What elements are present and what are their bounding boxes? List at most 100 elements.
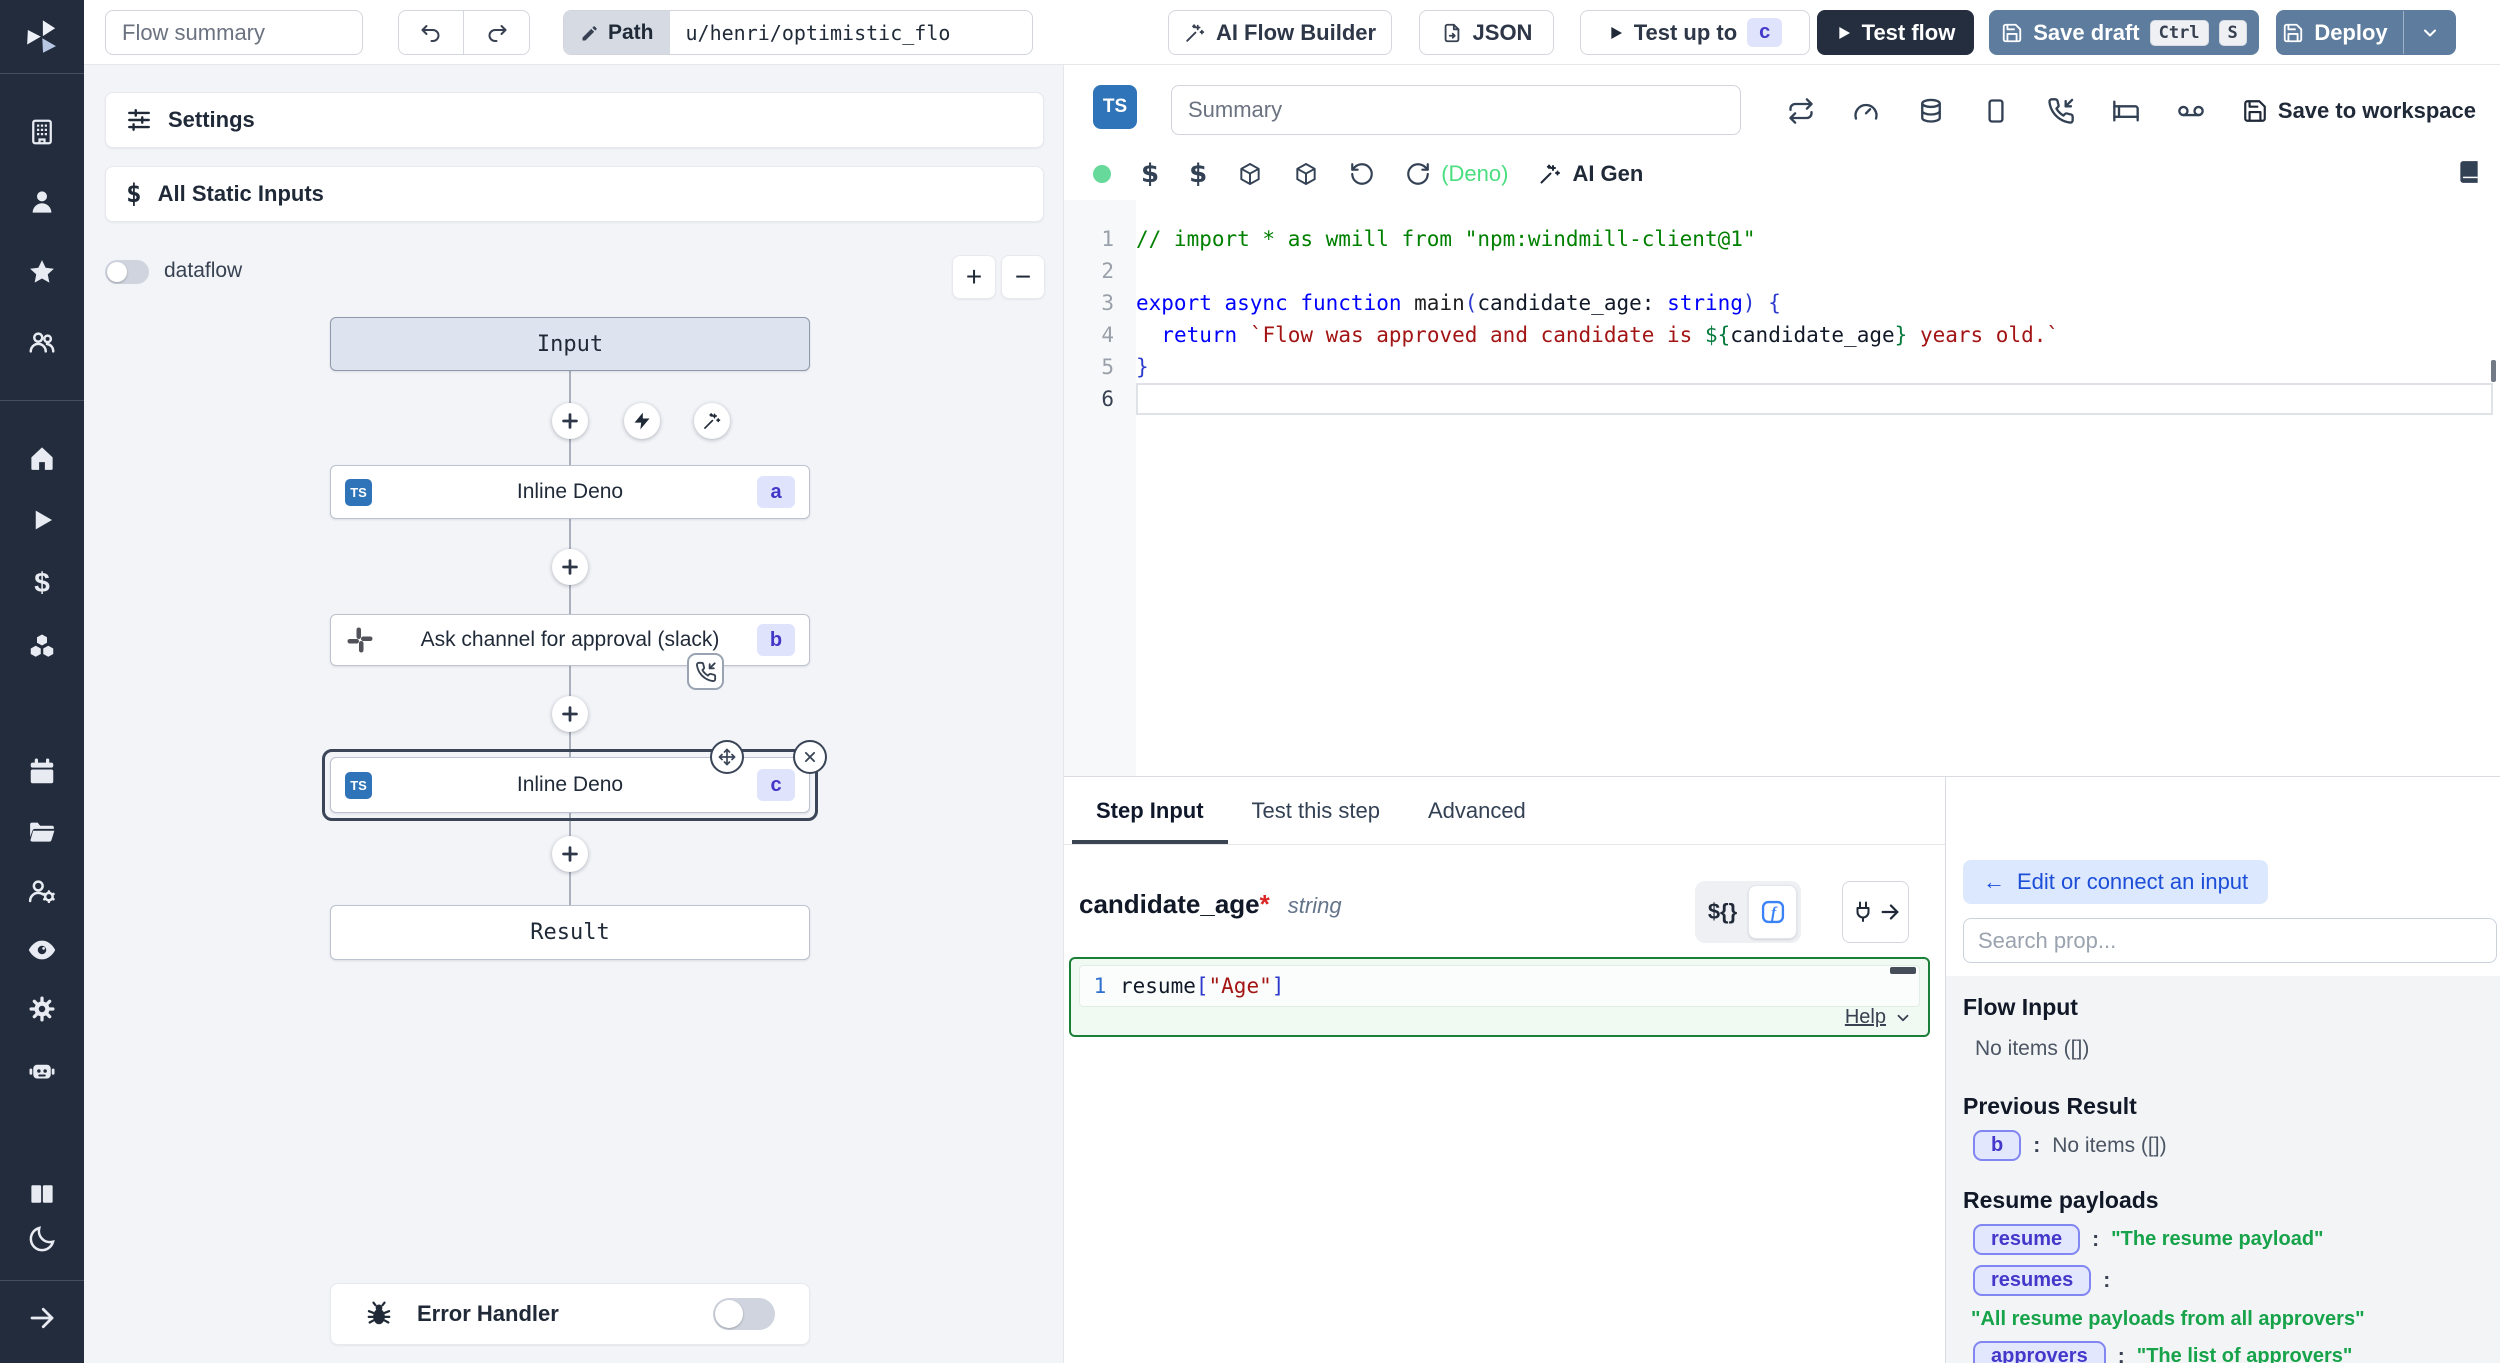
connect-input-button[interactable] — [1842, 881, 1909, 943]
add-variable-button[interactable]: $ — [1141, 159, 1159, 189]
sidebar-item-audit-logs[interactable] — [27, 935, 57, 965]
json-button[interactable]: JSON — [1419, 10, 1554, 55]
concurrency-button[interactable] — [1982, 97, 2010, 125]
test-flow-button[interactable]: Test flow — [1817, 10, 1974, 55]
code-line[interactable]: 6 — [1064, 383, 2500, 415]
tab-advanced[interactable]: Advanced — [1404, 777, 1550, 844]
flow-settings-button[interactable]: Settings — [105, 92, 1044, 148]
folder-open-icon — [27, 817, 57, 847]
input-node[interactable]: Input — [330, 317, 810, 371]
code-line[interactable]: 4 return `Flow was approved and candidat… — [1064, 319, 2500, 351]
trigger-button[interactable] — [624, 403, 660, 439]
sidebar-item-settings[interactable] — [27, 994, 57, 1024]
sidebar-item-workers[interactable] — [27, 876, 57, 906]
approval-step-badge[interactable] — [687, 653, 724, 690]
package-button[interactable] — [1293, 161, 1319, 187]
sidebar-item-ai[interactable] — [27, 1056, 57, 1086]
reset-code-button[interactable] — [1349, 161, 1375, 187]
sleep-button[interactable] — [2112, 97, 2140, 125]
early-stop-button[interactable] — [1852, 97, 1880, 125]
redo-button[interactable] — [464, 11, 529, 54]
prop-key-approvers[interactable]: approvers — [1973, 1341, 2106, 1363]
prop-key-resume[interactable]: resume — [1973, 1224, 2080, 1255]
ai-flow-builder-button[interactable]: AI Flow Builder — [1168, 10, 1392, 55]
flow-summary-input[interactable] — [105, 10, 363, 55]
result-node[interactable]: Result — [330, 905, 810, 960]
insert-step-button[interactable] — [552, 549, 588, 585]
sidebar-item-schedules[interactable] — [27, 757, 57, 787]
topbar: Path u/henri/optimistic_flo AI Flow Buil… — [84, 0, 2500, 65]
zoom-out-button[interactable]: − — [1001, 255, 1045, 299]
suspend-approval-button[interactable] — [2047, 97, 2075, 125]
step-id-badge: b — [757, 624, 795, 656]
sidebar-item-folders[interactable] — [27, 817, 57, 847]
zoom-in-button[interactable]: + — [952, 255, 996, 299]
code-line[interactable]: 3export async function main(candidate_ag… — [1064, 287, 2500, 319]
sidebar-item-favorites[interactable] — [27, 257, 57, 287]
windmill-logo[interactable] — [0, 0, 84, 74]
sidebar-expand-button[interactable] — [27, 1303, 57, 1333]
path-field[interactable]: Path u/henri/optimistic_flo — [563, 10, 1033, 55]
deploy-button[interactable]: Deploy — [2277, 11, 2393, 54]
tab-step-input[interactable]: Step Input — [1072, 777, 1228, 844]
error-handler-toggle[interactable] — [713, 1298, 775, 1330]
summary-input[interactable] — [1171, 85, 1741, 135]
cache-button[interactable] — [1917, 97, 1945, 125]
dataflow-toggle[interactable] — [105, 260, 149, 284]
template-mode-button[interactable]: ${} — [1699, 899, 1746, 925]
sidebar-item-workspace[interactable] — [27, 117, 57, 147]
prop-key-resumes[interactable]: resumes — [1973, 1265, 2091, 1296]
prop-key-b[interactable]: b — [1973, 1130, 2021, 1161]
edit-or-connect-button[interactable]: ← Edit or connect an input — [1963, 860, 2268, 904]
expression-scrollbar[interactable] — [1890, 967, 1916, 974]
file-json-icon — [1441, 22, 1463, 44]
retries-button[interactable] — [1787, 97, 1815, 125]
ai-gen-button[interactable]: AI Gen — [1538, 161, 1643, 187]
step-node-label: Inline Deno — [331, 480, 809, 504]
field-name: candidate_age — [1079, 889, 1260, 920]
save-draft-button[interactable]: Save draft Ctrl S — [1989, 10, 2259, 55]
sidebar-item-user[interactable] — [27, 187, 57, 217]
reload-runtime-button[interactable]: (Deno) — [1405, 161, 1508, 187]
ai-suggest-button[interactable] — [694, 403, 730, 439]
expression-mode-button[interactable]: f — [1748, 885, 1797, 939]
sidebar-item-home[interactable] — [27, 443, 57, 473]
search-prop-input[interactable] — [1963, 918, 2497, 963]
sidebar-item-runs[interactable] — [27, 505, 57, 535]
expression-editor[interactable]: 1 resume["Age"] Help — [1069, 957, 1930, 1037]
error-handler-node[interactable]: Error Handler — [330, 1283, 810, 1345]
code-editor[interactable]: 1// import * as wmill from "npm:windmill… — [1064, 200, 2500, 776]
expression-line[interactable]: 1 resume["Age"] — [1079, 965, 1920, 1007]
code-line[interactable]: 1// import * as wmill from "npm:windmill… — [1064, 223, 2500, 255]
tab-test-this-step[interactable]: Test this step — [1228, 777, 1404, 844]
chevron-down-icon — [1894, 1009, 1912, 1027]
rotate-cw-icon — [1405, 161, 1431, 187]
move-node-button[interactable] — [710, 740, 744, 774]
sidebar-item-dark-mode[interactable] — [27, 1224, 57, 1254]
step-node-label: Inline Deno — [331, 773, 809, 797]
mock-button[interactable] — [2177, 97, 2205, 125]
code-line[interactable]: 2 — [1064, 255, 2500, 287]
sidebar: $ — [0, 0, 84, 1363]
all-static-inputs-button[interactable]: $ All Static Inputs — [105, 166, 1044, 222]
save-to-workspace-button[interactable]: Save to workspace — [2242, 98, 2476, 124]
sidebar-item-groups[interactable] — [27, 327, 57, 357]
package-button[interactable] — [1237, 161, 1263, 187]
insert-step-button[interactable] — [552, 836, 588, 872]
add-resource-button[interactable]: $ — [1189, 159, 1207, 189]
script-library-button[interactable] — [2456, 159, 2482, 185]
undo-button[interactable] — [399, 11, 464, 54]
step-node-b[interactable]: Ask channel for approval (slack) b — [330, 614, 810, 666]
moon-icon — [27, 1224, 57, 1254]
sidebar-item-variables[interactable]: $ — [27, 568, 57, 598]
sidebar-item-resources[interactable] — [27, 632, 57, 662]
delete-node-button[interactable] — [793, 740, 827, 774]
deploy-dropdown-button[interactable] — [2403, 11, 2455, 54]
code-line[interactable]: 5} — [1064, 351, 2500, 383]
sidebar-item-docs[interactable] — [27, 1179, 57, 1209]
insert-step-button[interactable] — [552, 696, 588, 732]
expression-help-button[interactable]: Help — [1845, 1006, 1912, 1029]
insert-step-button[interactable] — [552, 403, 588, 439]
test-up-to-button[interactable]: Test up to c — [1580, 10, 1810, 55]
step-node-a[interactable]: TS Inline Deno a — [330, 465, 810, 519]
